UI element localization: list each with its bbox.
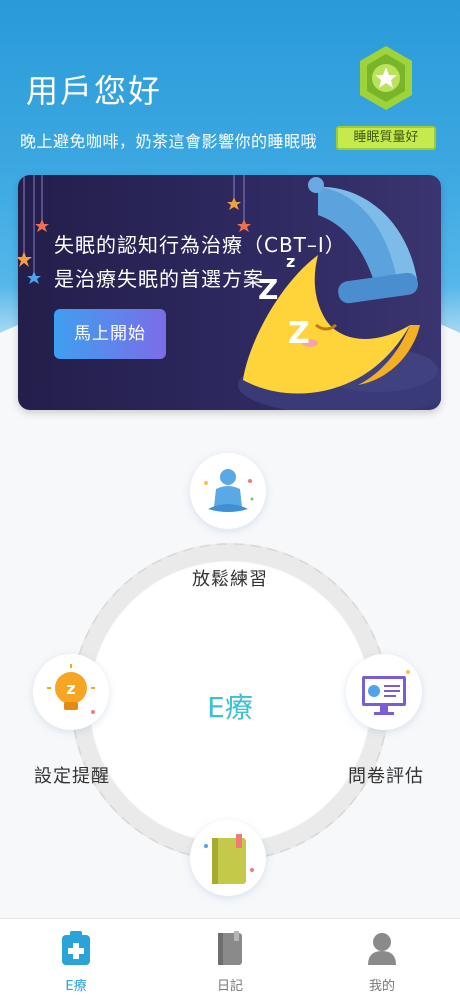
relaxation-practice-button[interactable] bbox=[190, 453, 266, 529]
tab-profile[interactable]: 我的 bbox=[322, 919, 442, 996]
questionnaire-assessment-button[interactable] bbox=[346, 654, 422, 730]
questionnaire-assessment-label[interactable]: 問卷評估 bbox=[326, 762, 446, 788]
user-profile-icon bbox=[368, 933, 396, 965]
svg-text:z: z bbox=[66, 679, 75, 698]
svg-text:Z: Z bbox=[288, 316, 310, 351]
set-reminder-label[interactable]: 設定提醒 bbox=[12, 762, 132, 788]
banner-title-line2: 是治療失眠的首選方案 bbox=[54, 267, 264, 291]
sleep-quality-badge[interactable]: 睡眠質量好 bbox=[336, 44, 436, 154]
diary-book-button[interactable] bbox=[190, 820, 266, 896]
cbt-banner[interactable]: Z z Z 失眠的認知行為治療（CBT–I） 是治療失眠的首選方案 馬上開始 bbox=[18, 175, 441, 410]
sleeping-moon-icon: Z z Z bbox=[18, 175, 441, 410]
start-now-button[interactable]: 馬上開始 bbox=[54, 309, 166, 359]
sleep-quality-label: 睡眠質量好 bbox=[336, 126, 436, 150]
diary-icon bbox=[218, 931, 242, 965]
hub-center-label: E療 bbox=[207, 691, 253, 724]
tab-e-treatment-label: E療 bbox=[65, 979, 87, 994]
star-hexagon-badge-icon bbox=[360, 46, 412, 110]
monitor-questionnaire-icon bbox=[362, 670, 410, 715]
tab-profile-label: 我的 bbox=[368, 979, 395, 994]
relaxation-practice-label[interactable]: 放鬆練習 bbox=[170, 565, 290, 591]
tab-e-treatment[interactable]: E療 bbox=[16, 919, 136, 996]
lightbulb-reminder-icon: z bbox=[47, 664, 95, 714]
sleep-tip: 晚上避免咖啡，奶茶這會影響你的睡眠哦 bbox=[20, 132, 318, 151]
tab-diary-label: 日記 bbox=[216, 979, 243, 994]
medical-kit-icon bbox=[62, 931, 90, 965]
bottom-tab-bar: E療 日記 我的 bbox=[0, 918, 460, 996]
diary-book-icon bbox=[204, 834, 254, 884]
tab-diary[interactable]: 日記 bbox=[170, 919, 290, 996]
set-reminder-button[interactable]: z bbox=[33, 654, 109, 730]
meditation-person-icon bbox=[204, 469, 254, 512]
banner-title-line1: 失眠的認知行為治療（CBT–I） bbox=[54, 233, 346, 257]
greeting-title: 用戶您好 bbox=[26, 72, 163, 110]
